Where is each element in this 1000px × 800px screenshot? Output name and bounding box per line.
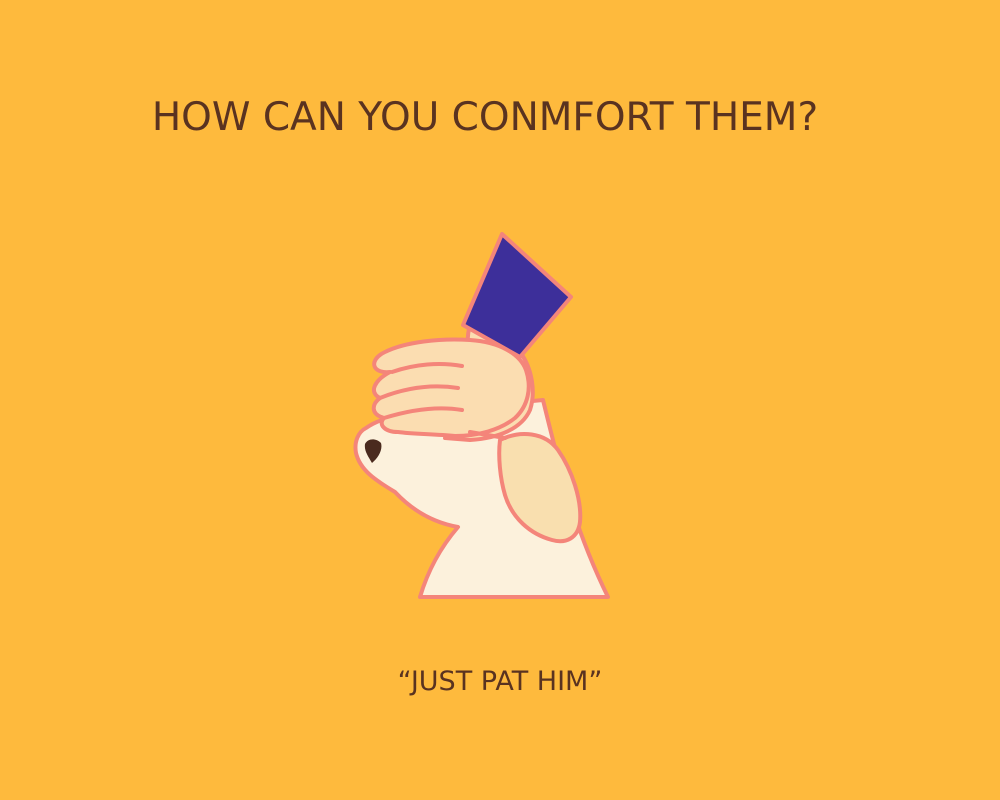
slide: HOW CAN YOU CONMFORT THEM? “JUST PAT HIM… bbox=[0, 0, 1000, 800]
slide-caption: “JUST PAT HIM” bbox=[397, 666, 603, 697]
